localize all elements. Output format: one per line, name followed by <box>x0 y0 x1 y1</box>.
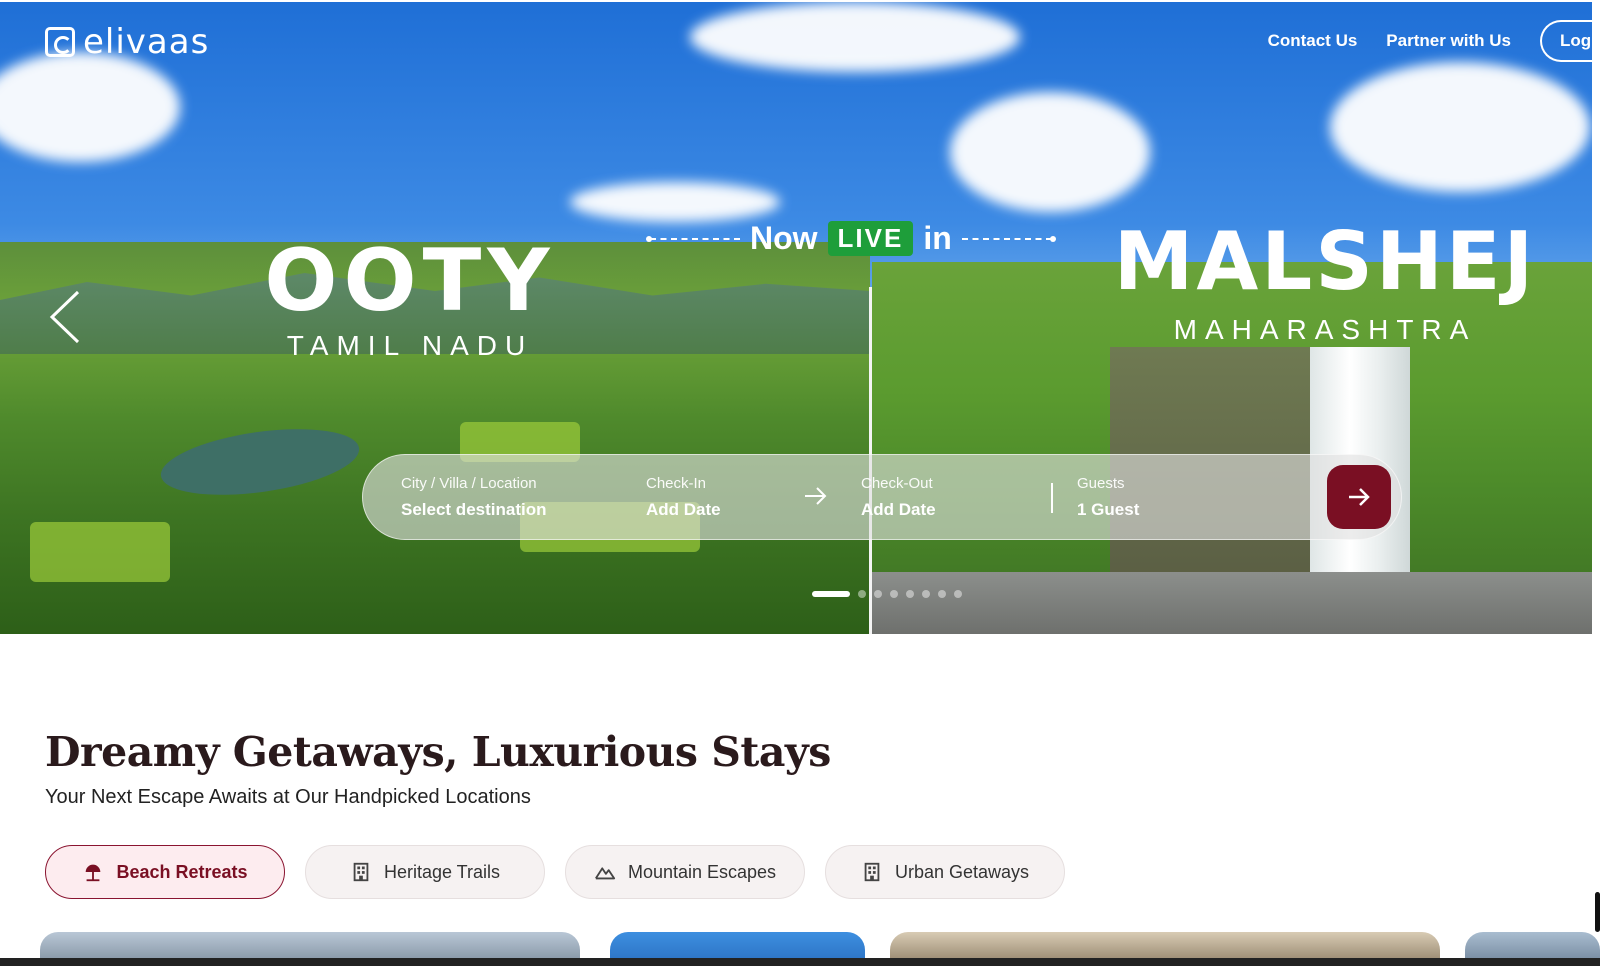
tab-beach-retreats[interactable]: Beach Retreats <box>45 845 285 899</box>
tab-label: Mountain Escapes <box>627 861 777 882</box>
mountain-icon <box>595 867 616 880</box>
checkout-field[interactable]: Check-Out Add Date <box>861 475 936 520</box>
now-text: Now <box>750 220 818 256</box>
checkin-field[interactable]: Check-In Add Date <box>646 475 721 520</box>
carousel-dot[interactable] <box>874 590 882 598</box>
chevron-left-icon[interactable] <box>48 290 82 344</box>
field <box>30 522 170 582</box>
carousel-dot[interactable] <box>938 590 946 598</box>
brand-name: elivaas <box>83 22 210 62</box>
section-title: Dreamy Getaways, Luxurious Stays <box>45 728 831 776</box>
right-city-name: MALSHEJ <box>1113 215 1537 308</box>
location-value: Select destination <box>401 500 547 519</box>
tab-label: Beach Retreats <box>116 861 248 882</box>
tab-mountain-escapes[interactable]: Mountain Escapes <box>565 845 805 899</box>
arrow-right-icon <box>1349 488 1370 506</box>
carousel-dot[interactable] <box>922 590 930 598</box>
cloud <box>950 92 1150 212</box>
guests-label: Guests <box>1077 475 1125 492</box>
dashed-line <box>646 235 740 242</box>
location-label: City / Villa / Location <box>401 475 537 492</box>
guests-value: 1 Guest <box>1077 500 1140 519</box>
arrow-right-icon <box>805 487 827 505</box>
dashed-line <box>961 235 1056 242</box>
carousel-dot[interactable] <box>906 590 914 598</box>
right-state-name: MAHARASHTRA <box>1173 314 1477 345</box>
guests-field[interactable]: Guests 1 Guest <box>1077 475 1139 520</box>
cloud <box>570 182 780 222</box>
carousel-dots <box>812 590 962 598</box>
field-divider <box>1051 483 1053 513</box>
live-badge: LIVE <box>827 221 914 256</box>
location-field[interactable]: City / Villa / Location Select destinati… <box>401 475 546 520</box>
top-nav: Contact Us Partner with Us Log <box>1268 20 1592 62</box>
carousel-dot[interactable] <box>954 590 962 598</box>
carousel-dot[interactable] <box>858 590 866 598</box>
riverbed <box>872 572 1592 634</box>
cloud <box>1330 62 1590 192</box>
hero-banner: elivaas Contact Us Partner with Us Log N… <box>0 2 1592 634</box>
carousel-dot[interactable] <box>890 590 898 598</box>
in-text: in <box>923 220 952 256</box>
checkout-label: Check-Out <box>861 475 933 492</box>
beach-umbrella-icon <box>86 864 101 882</box>
checkout-value: Add Date <box>861 500 936 519</box>
tab-heritage-trails[interactable]: Heritage Trails <box>305 845 545 899</box>
checkin-value: Add Date <box>646 500 721 519</box>
login-button[interactable]: Log <box>1540 20 1592 62</box>
window-bottom-edge <box>0 958 1600 966</box>
now-live-banner: Now LIVE in <box>646 220 1056 257</box>
scrollbar-thumb[interactable] <box>1595 892 1600 932</box>
tab-label: Urban Getaways <box>894 861 1030 882</box>
search-submit-button[interactable] <box>1327 465 1391 529</box>
left-destination: OOTY TAMIL NADU <box>260 238 560 362</box>
building-icon <box>864 862 880 882</box>
left-state-name: TAMIL NADU <box>286 330 534 361</box>
search-bar: City / Villa / Location Select destinati… <box>362 454 1402 540</box>
left-city-name: OOTY <box>264 231 556 331</box>
brand-logo[interactable]: elivaas <box>45 22 209 62</box>
checkin-label: Check-In <box>646 475 707 492</box>
right-destination: MALSHEJ MAHARASHTRA <box>1110 222 1540 346</box>
tab-urban-getaways[interactable]: Urban Getaways <box>825 845 1065 899</box>
category-tabs: Beach Retreats Heritage Trails Mountain … <box>45 845 1065 899</box>
section-subtitle: Your Next Escape Awaits at Our Handpicke… <box>45 786 531 808</box>
carousel-dot[interactable] <box>812 591 850 597</box>
tab-label: Heritage Trails <box>383 861 501 882</box>
contact-us-link[interactable]: Contact Us <box>1268 31 1358 51</box>
home-e-logo-icon <box>45 27 75 57</box>
building-icon <box>353 862 369 882</box>
cloud <box>690 2 1020 72</box>
partner-link[interactable]: Partner with Us <box>1386 31 1511 51</box>
